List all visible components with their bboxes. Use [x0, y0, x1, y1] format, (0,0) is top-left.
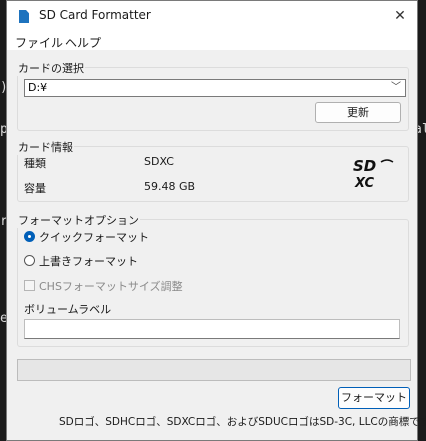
trademark-note: SDロゴ、SDHCロゴ、SDXCロゴ、およびSDUCロゴはSD-3C, LLCの… — [59, 416, 426, 428]
drive-select-value: D:¥ — [28, 81, 48, 94]
overwrite-format-label[interactable]: 上書きフォーマット — [39, 253, 138, 269]
menu-file[interactable]: ファイル — [15, 34, 63, 51]
menu-bar: ファイル ヘルプ — [7, 32, 417, 50]
format-button[interactable]: フォーマット — [338, 387, 410, 409]
drive-select[interactable]: D:¥ ﹀ — [24, 79, 406, 97]
close-icon: ✕ — [394, 8, 406, 24]
sdxc-logo-text-top: SD — [353, 157, 376, 175]
sd-formatter-window: SD Card Formatter ✕ ファイル ヘルプ カードの選択 D:¥ … — [6, 0, 426, 441]
card-select-title: カードの選択 — [17, 60, 85, 76]
card-info-title: カード情報 — [17, 139, 74, 155]
chs-adjust-checkbox[interactable] — [24, 280, 35, 291]
card-capacity-label: 容量 — [24, 182, 46, 195]
volume-label-title: ボリュームラベル — [24, 303, 112, 316]
title-bar: SD Card Formatter ✕ — [7, 1, 417, 32]
menu-help[interactable]: ヘルプ — [65, 34, 101, 51]
format-options-title: フォーマットオプション — [17, 212, 140, 228]
card-capacity-value: 59.48 GB — [144, 180, 196, 193]
volume-label-input[interactable] — [24, 319, 400, 339]
window-title: SD Card Formatter — [39, 8, 151, 22]
quick-format-label[interactable]: クイックフォーマット — [39, 229, 149, 245]
sdxc-logo-icon: SD XC — [353, 157, 394, 190]
quick-format-radio[interactable] — [24, 231, 35, 242]
chs-adjust-label: CHSフォーマットサイズ調整 — [39, 280, 183, 293]
format-progress-bar — [17, 359, 411, 381]
sdxc-logo-text-bottom: XC — [354, 176, 375, 190]
chevron-down-icon: ﹀ — [391, 82, 401, 93]
sd-card-app-icon — [19, 10, 29, 23]
overwrite-format-radio[interactable] — [24, 255, 35, 266]
card-type-label: 種類 — [24, 157, 46, 170]
refresh-button[interactable]: 更新 — [315, 102, 401, 123]
close-button[interactable]: ✕ — [389, 5, 411, 27]
card-type-value: SDXC — [144, 155, 174, 168]
